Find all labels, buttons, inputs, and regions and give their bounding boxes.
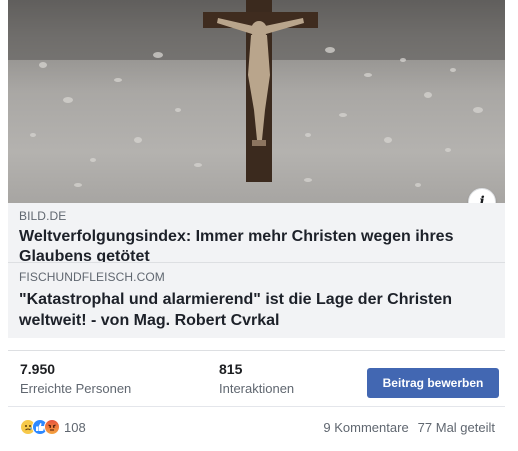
- crucifix-image: [8, 0, 505, 187]
- preview-domain: FISCHUNDFLEISCH.COM: [19, 270, 165, 284]
- reaction-count: 108: [64, 419, 86, 435]
- post-insights: 7.950 Erreichte Personen 815 Interaktion…: [8, 350, 505, 402]
- engagement-value: 815: [219, 361, 243, 377]
- reach-label: Erreichte Personen: [20, 381, 132, 396]
- preview-title: "Katastrophal und alarmierend" ist die L…: [19, 291, 453, 329]
- reactions-summary[interactable]: 108: [20, 419, 86, 435]
- reach-value: 7.950: [20, 361, 56, 377]
- reach-stat[interactable]: 7.950 Erreichte Personen: [20, 361, 131, 396]
- link-preview-primary[interactable]: BILD.DE Weltverfolgungsindex: Immer mehr…: [8, 203, 505, 262]
- post-footer: 108 9 Kommentare 77 Mal geteilt: [8, 406, 505, 444]
- engagement-stat[interactable]: 815 Interaktionen: [219, 361, 294, 396]
- shares-link[interactable]: 77 Mal geteilt: [418, 420, 495, 435]
- post-card: i BILD.DE Weltverfolgungsindex: Immer me…: [0, 0, 518, 451]
- engagement-label: Interaktionen: [219, 381, 295, 396]
- boost-post-button[interactable]: Beitrag bewerben: [367, 368, 499, 398]
- engagement-links: 9 Kommentare 77 Mal geteilt: [323, 420, 495, 435]
- link-preview-image[interactable]: [8, 0, 505, 203]
- angry-icon: [44, 419, 60, 435]
- comments-link[interactable]: 9 Kommentare: [323, 420, 408, 435]
- link-preview-secondary[interactable]: FISCHUNDFLEISCH.COM "Katastrophal und al…: [8, 262, 505, 338]
- preview-domain: BILD.DE: [19, 209, 67, 223]
- preview-title: Weltverfolgungsindex: Immer mehr Christe…: [19, 228, 454, 262]
